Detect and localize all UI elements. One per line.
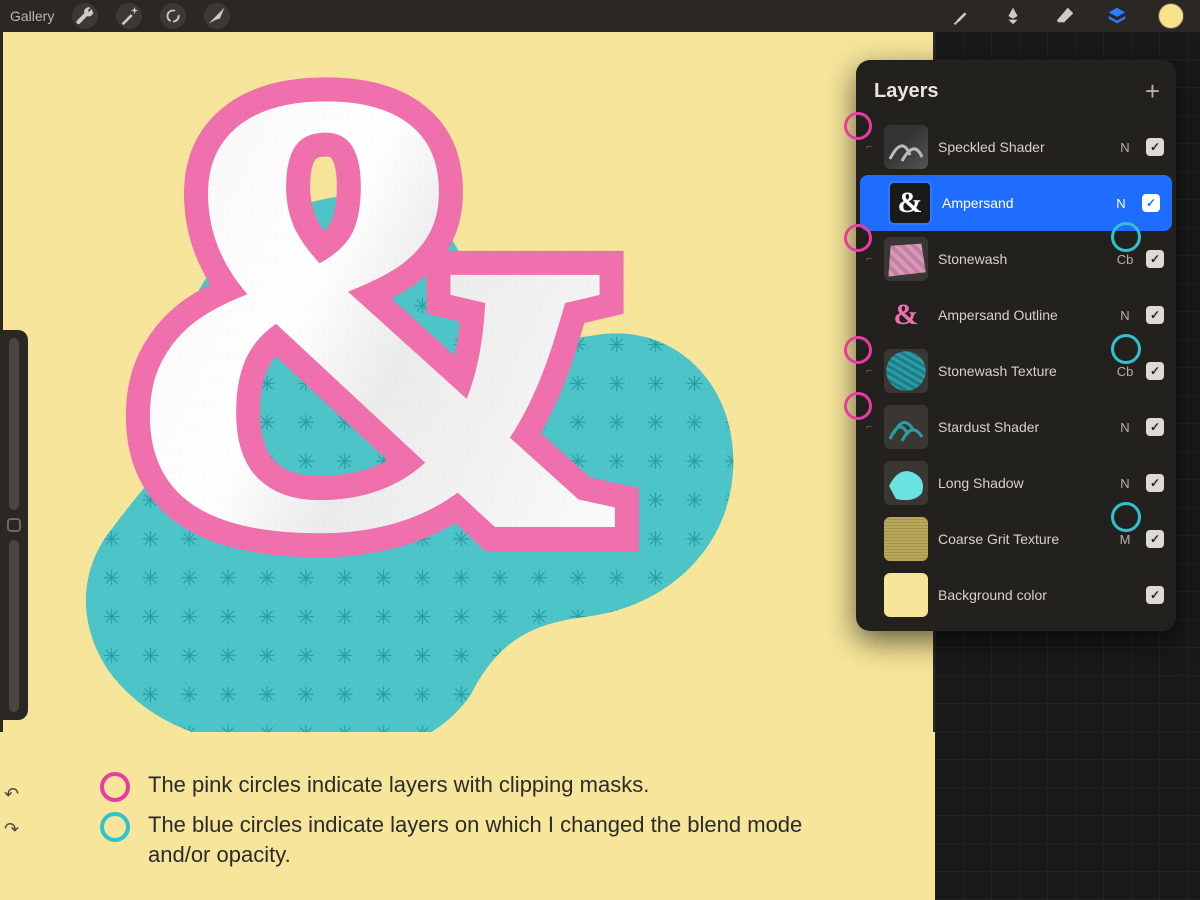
brush-opacity-slider[interactable] [9, 540, 19, 712]
blend-mode-label[interactable]: N [1114, 476, 1136, 491]
layer-thumbnail[interactable] [884, 405, 928, 449]
visibility-checkbox[interactable]: ✓ [1146, 586, 1164, 604]
annotation-legend: The pink circles indicate layers with cl… [100, 770, 838, 877]
layer-name: Background color [938, 587, 1104, 603]
eraser-icon[interactable] [1054, 5, 1076, 27]
layer-row-coarse-grit[interactable]: Coarse Grit Texture M ✓ [856, 511, 1176, 567]
artwork: & & & [3, 32, 933, 732]
clip-mask-icon: ⌐ [864, 254, 874, 265]
ampersand-shade: & [113, 32, 646, 632]
legend-row-blue: The blue circles indicate layers on whic… [100, 810, 838, 869]
toolbar-left-group: Gallery [10, 3, 230, 29]
brush-size-slider[interactable] [9, 338, 19, 510]
layer-row-stonewash[interactable]: ⌐ Stonewash Cb ✓ [856, 231, 1176, 287]
layer-row-stardust-shader[interactable]: ⌐ Stardust Shader N ✓ [856, 399, 1176, 455]
visibility-checkbox[interactable]: ✓ [1146, 306, 1164, 324]
layer-row-long-shadow[interactable]: Long Shadow N ✓ [856, 455, 1176, 511]
layer-name: Coarse Grit Texture [938, 531, 1104, 547]
blend-mode-label[interactable]: N [1114, 140, 1136, 155]
visibility-checkbox[interactable]: ✓ [1146, 418, 1164, 436]
blend-mode-label[interactable]: M [1114, 532, 1136, 547]
blend-mode-label[interactable]: N [1114, 308, 1136, 323]
color-swatch[interactable] [1158, 3, 1184, 29]
wand-icon[interactable] [116, 3, 142, 29]
legend-blue-circle-icon [100, 812, 130, 842]
clip-mask-icon: ⌐ [864, 422, 874, 433]
layer-thumbnail[interactable] [884, 237, 928, 281]
layers-title: Layers [874, 80, 939, 103]
layer-name: Speckled Shader [938, 139, 1104, 155]
legend-row-pink: The pink circles indicate layers with cl… [100, 770, 838, 802]
layer-row-ampersand-outline[interactable]: & Ampersand Outline N ✓ [856, 287, 1176, 343]
legend-pink-text: The pink circles indicate layers with cl… [148, 770, 649, 800]
side-slider-panel [0, 330, 28, 720]
toolbar-right-group [950, 3, 1190, 29]
blend-mode-label[interactable]: Cb [1114, 252, 1136, 267]
layer-thumbnail[interactable] [884, 349, 928, 393]
blend-mode-label[interactable]: Cb [1114, 364, 1136, 379]
layer-name: Long Shadow [938, 475, 1104, 491]
visibility-checkbox[interactable]: ✓ [1146, 474, 1164, 492]
gallery-link[interactable]: Gallery [10, 8, 54, 24]
layers-header: Layers + [856, 72, 1176, 119]
layer-thumbnail[interactable] [884, 517, 928, 561]
layer-thumbnail[interactable]: & [888, 181, 932, 225]
wrench-icon[interactable] [72, 3, 98, 29]
layer-name: Stardust Shader [938, 419, 1104, 435]
layer-name: Ampersand [942, 195, 1100, 211]
legend-blue-text: The blue circles indicate layers on whic… [148, 810, 838, 869]
add-layer-button[interactable]: + [1145, 76, 1160, 107]
undo-icon[interactable]: ↶ [4, 784, 19, 805]
layer-row-speckled-shader[interactable]: ⌐ Speckled Shader N ✓ [856, 119, 1176, 175]
layer-row-ampersand[interactable]: & Ampersand N ✓ [860, 175, 1172, 231]
clip-mask-icon: ⌐ [864, 366, 874, 377]
layer-thumbnail[interactable]: & [884, 293, 928, 337]
blend-mode-label[interactable]: N [1114, 420, 1136, 435]
legend-pink-circle-icon [100, 772, 130, 802]
layers-panel: Layers + ⌐ Speckled Shader N ✓ & Ampersa… [856, 60, 1176, 631]
select-icon[interactable] [160, 3, 186, 29]
layer-name: Stonewash Texture [938, 363, 1104, 379]
undo-redo-group: ↶ ↷ [4, 784, 19, 840]
visibility-checkbox[interactable]: ✓ [1146, 530, 1164, 548]
brush-icon[interactable] [950, 5, 972, 27]
blend-mode-label[interactable]: N [1110, 196, 1132, 211]
visibility-checkbox[interactable]: ✓ [1146, 362, 1164, 380]
smudge-icon[interactable] [1002, 5, 1024, 27]
layers-icon[interactable] [1106, 5, 1128, 27]
visibility-checkbox[interactable]: ✓ [1142, 194, 1160, 212]
layer-row-stonewash-texture[interactable]: ⌐ Stonewash Texture Cb ✓ [856, 343, 1176, 399]
top-toolbar: Gallery [0, 0, 1200, 32]
modify-button[interactable] [7, 518, 21, 532]
layer-thumbnail[interactable] [884, 573, 928, 617]
layer-name: Ampersand Outline [938, 307, 1104, 323]
clip-mask-icon: ⌐ [864, 142, 874, 153]
layer-name: Stonewash [938, 251, 1104, 267]
layer-thumbnail[interactable] [884, 125, 928, 169]
layer-thumbnail[interactable] [884, 461, 928, 505]
layer-row-background[interactable]: Background color ✓ [856, 567, 1176, 623]
canvas[interactable]: & & & [3, 32, 933, 732]
redo-icon[interactable]: ↷ [4, 819, 19, 840]
visibility-checkbox[interactable]: ✓ [1146, 250, 1164, 268]
move-icon[interactable] [204, 3, 230, 29]
visibility-checkbox[interactable]: ✓ [1146, 138, 1164, 156]
